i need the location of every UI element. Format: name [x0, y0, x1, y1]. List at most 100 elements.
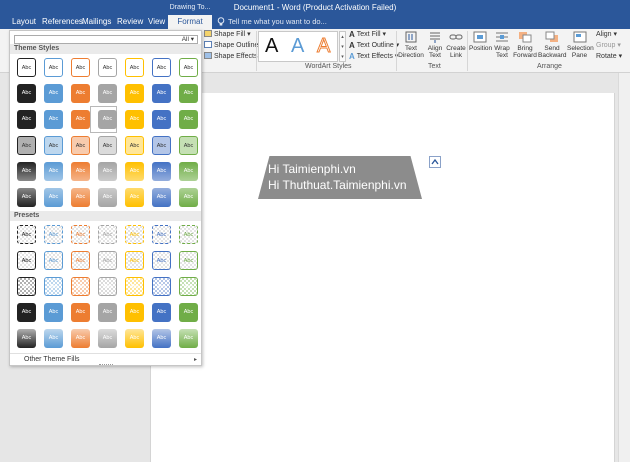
theme-style-swatch[interactable]: Abc	[17, 58, 36, 77]
theme-style-swatch[interactable]: Abc	[179, 110, 198, 129]
preset-style-swatch[interactable]: Abc	[152, 329, 171, 348]
send-backward-button[interactable]: Send Backward	[538, 31, 567, 59]
preset-style-swatch[interactable]: Abc	[98, 303, 117, 322]
preset-style-swatch[interactable]: Abc	[71, 251, 90, 270]
theme-style-swatch[interactable]: Abc	[71, 162, 90, 181]
theme-style-swatch[interactable]: Abc	[152, 162, 171, 181]
theme-style-swatch[interactable]: Abc	[17, 188, 36, 207]
tab-view[interactable]: View	[148, 15, 165, 29]
create-link-button[interactable]: Create Link	[446, 31, 466, 59]
position-button[interactable]: Position	[469, 31, 492, 52]
preset-style-swatch[interactable]: Abc	[125, 329, 144, 348]
group-button[interactable]: Group ▾	[596, 41, 621, 51]
preset-style-swatch[interactable]: Abc	[152, 225, 171, 244]
wordart-gallery-scroll[interactable]: ▴ ▾ ▾	[339, 31, 346, 62]
theme-style-swatch[interactable]: Abc	[179, 188, 198, 207]
preset-style-swatch[interactable]: Abc	[98, 225, 117, 244]
theme-style-swatch[interactable]: Abc	[98, 84, 117, 103]
preset-style-swatch[interactable]: Abc	[44, 303, 63, 322]
theme-style-swatch[interactable]: Abc	[179, 84, 198, 103]
theme-style-swatch[interactable]: Abc	[125, 84, 144, 103]
theme-style-swatch[interactable]: Abc	[98, 58, 117, 77]
selection-pane-button[interactable]: Selection Pane	[567, 31, 594, 59]
theme-style-swatch[interactable]: Abc	[152, 58, 171, 77]
document-page[interactable]	[150, 93, 615, 462]
tab-review[interactable]: Review	[117, 15, 143, 29]
theme-style-swatch[interactable]: Abc	[98, 162, 117, 181]
tab-mailings[interactable]: Mailings	[82, 15, 111, 29]
theme-style-swatch[interactable]: Abc	[71, 110, 90, 129]
wordart-style-blue[interactable]: A	[291, 35, 304, 58]
theme-style-swatch[interactable]: Abc	[125, 188, 144, 207]
theme-style-swatch[interactable]: Abc	[71, 58, 90, 77]
wordart-gallery[interactable]: A A A	[258, 31, 338, 62]
preset-style-swatch[interactable]: Abc	[179, 277, 198, 296]
bring-forward-button[interactable]: Bring Forward	[513, 31, 537, 59]
preset-style-swatch[interactable]: Abc	[179, 329, 198, 348]
theme-style-swatch[interactable]: Abc	[44, 162, 63, 181]
tab-references[interactable]: References	[42, 15, 83, 29]
preset-style-swatch[interactable]: Abc	[44, 225, 63, 244]
theme-style-swatch[interactable]: Abc	[152, 136, 171, 155]
theme-style-swatch[interactable]: Abc	[125, 110, 144, 129]
theme-style-swatch[interactable]: Abc	[125, 58, 144, 77]
shape-outline-button[interactable]: Shape Outline ▾	[204, 41, 264, 51]
preset-style-swatch[interactable]: Abc	[17, 225, 36, 244]
preset-style-swatch[interactable]: Abc	[44, 277, 63, 296]
preset-style-swatch[interactable]: Abc	[179, 303, 198, 322]
tab-format[interactable]: Format	[168, 15, 212, 29]
preset-style-swatch[interactable]: Abc	[71, 225, 90, 244]
vertical-scrollbar[interactable]	[618, 73, 630, 462]
align-text-button[interactable]: Align Text	[425, 31, 445, 59]
theme-style-swatch[interactable]: Abc	[98, 188, 117, 207]
style-filter-dropdown[interactable]: All ▾	[14, 35, 198, 44]
preset-style-swatch[interactable]: Abc	[44, 329, 63, 348]
preset-style-swatch[interactable]: Abc	[152, 277, 171, 296]
preset-style-swatch[interactable]: Abc	[98, 251, 117, 270]
preset-style-swatch[interactable]: Abc	[152, 251, 171, 270]
theme-style-swatch[interactable]: Abc	[44, 110, 63, 129]
theme-style-swatch[interactable]: Abc	[44, 58, 63, 77]
shape-text-line-1[interactable]: Hi Taimienphi.vn	[268, 162, 356, 176]
preset-style-swatch[interactable]: Abc	[44, 251, 63, 270]
shape-effects-button[interactable]: Shape Effects ▾	[204, 52, 263, 62]
theme-style-swatch[interactable]: Abc	[179, 162, 198, 181]
theme-style-swatch[interactable]: Abc	[179, 136, 198, 155]
preset-style-swatch[interactable]: Abc	[71, 303, 90, 322]
wrap-text-button[interactable]: Wrap Text	[492, 31, 512, 59]
text-outline-button[interactable]: A Text Outline ▾	[349, 41, 399, 51]
theme-style-swatch[interactable]: Abc	[179, 58, 198, 77]
theme-style-swatch[interactable]: Abc	[17, 136, 36, 155]
theme-style-swatch[interactable]: Abc	[44, 136, 63, 155]
preset-style-swatch[interactable]: Abc	[17, 277, 36, 296]
preset-style-swatch[interactable]: Abc	[125, 277, 144, 296]
wordart-style-black[interactable]: A	[265, 35, 278, 58]
rotate-button[interactable]: Rotate ▾	[596, 52, 622, 62]
resize-grip[interactable]	[99, 364, 113, 366]
preset-style-swatch[interactable]: Abc	[179, 251, 198, 270]
shape-fill-button[interactable]: Shape Fill ▾	[204, 30, 251, 40]
align-button[interactable]: Align ▾	[596, 30, 617, 40]
theme-style-swatch[interactable]: Abc	[71, 136, 90, 155]
preset-style-swatch[interactable]: Abc	[152, 303, 171, 322]
tab-layout[interactable]: Layout	[12, 15, 36, 29]
tell-me-box[interactable]: Tell me what you want to do...	[217, 15, 327, 29]
theme-style-swatch[interactable]: Abc	[44, 188, 63, 207]
preset-style-swatch[interactable]: Abc	[125, 251, 144, 270]
theme-style-swatch[interactable]: Abc	[98, 110, 117, 129]
preset-style-swatch[interactable]: Abc	[17, 303, 36, 322]
theme-style-swatch[interactable]: Abc	[152, 188, 171, 207]
wordart-style-orange-outline[interactable]: A	[316, 35, 330, 58]
theme-style-swatch[interactable]: Abc	[98, 136, 117, 155]
theme-style-swatch[interactable]: Abc	[152, 110, 171, 129]
text-direction-button[interactable]: Text Direction	[398, 31, 424, 59]
theme-style-swatch[interactable]: Abc	[44, 84, 63, 103]
preset-style-swatch[interactable]: Abc	[98, 329, 117, 348]
preset-style-swatch[interactable]: Abc	[17, 329, 36, 348]
preset-style-swatch[interactable]: Abc	[179, 225, 198, 244]
preset-style-swatch[interactable]: Abc	[71, 329, 90, 348]
theme-style-swatch[interactable]: Abc	[71, 188, 90, 207]
preset-style-swatch[interactable]: Abc	[17, 251, 36, 270]
theme-style-swatch[interactable]: Abc	[152, 84, 171, 103]
theme-style-swatch[interactable]: Abc	[17, 162, 36, 181]
